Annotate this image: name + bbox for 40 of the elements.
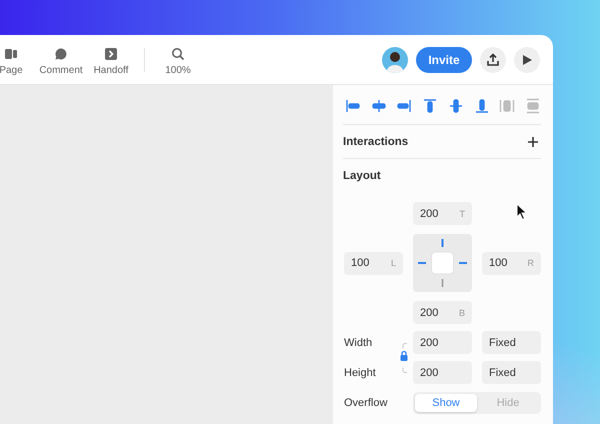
play-button[interactable] [514,46,540,72]
add-icon[interactable] [527,136,539,148]
toolbar-button[interactable]: Handoff [86,43,136,76]
pages-icon [4,47,18,61]
align-left-icon[interactable] [345,98,361,114]
align-bottom-icon[interactable] [474,98,490,114]
input-field[interactable]: 200 [413,361,472,384]
input-field[interactable]: 200 [413,331,472,354]
play-icon [521,54,533,66]
align-middle-icon[interactable] [448,98,464,114]
side-label: T [460,208,465,218]
dropdown[interactable]: Fixed [482,361,541,384]
align-top-icon[interactable] [422,98,438,114]
search-icon [171,47,185,61]
side-label: L [390,258,396,268]
side-label: R [528,258,534,268]
input-field[interactable]: 200 B [413,301,472,324]
field-label: Width [344,336,374,348]
input-field[interactable]: 100 R [482,252,541,274]
field-label: Overflow [344,397,388,409]
share-button[interactable] [480,46,506,72]
avatar[interactable] [382,46,408,72]
side-label: B [458,308,465,318]
toolbar-button[interactable]: Comment [36,43,86,76]
align-center-icon[interactable] [370,98,387,114]
upload-icon [486,52,500,66]
toolbar-button[interactable]: 100% [153,43,203,76]
chevron-square-icon [104,47,118,61]
field-label: Height [344,366,377,378]
input-field[interactable]: 200 T [413,202,472,225]
section-title: Interactions [343,136,408,148]
speech-bubble-icon [54,47,68,61]
segment-option[interactable]: Show [415,394,477,412]
dropdown[interactable]: Fixed [482,331,541,354]
invite-button[interactable]: Invite [416,46,472,72]
section-title: Layout [343,170,381,182]
toolbar-button[interactable]: Page [0,43,36,76]
input-field[interactable]: 100 L [344,252,403,274]
align-right-icon[interactable] [396,98,412,114]
cursor-icon [516,203,528,221]
